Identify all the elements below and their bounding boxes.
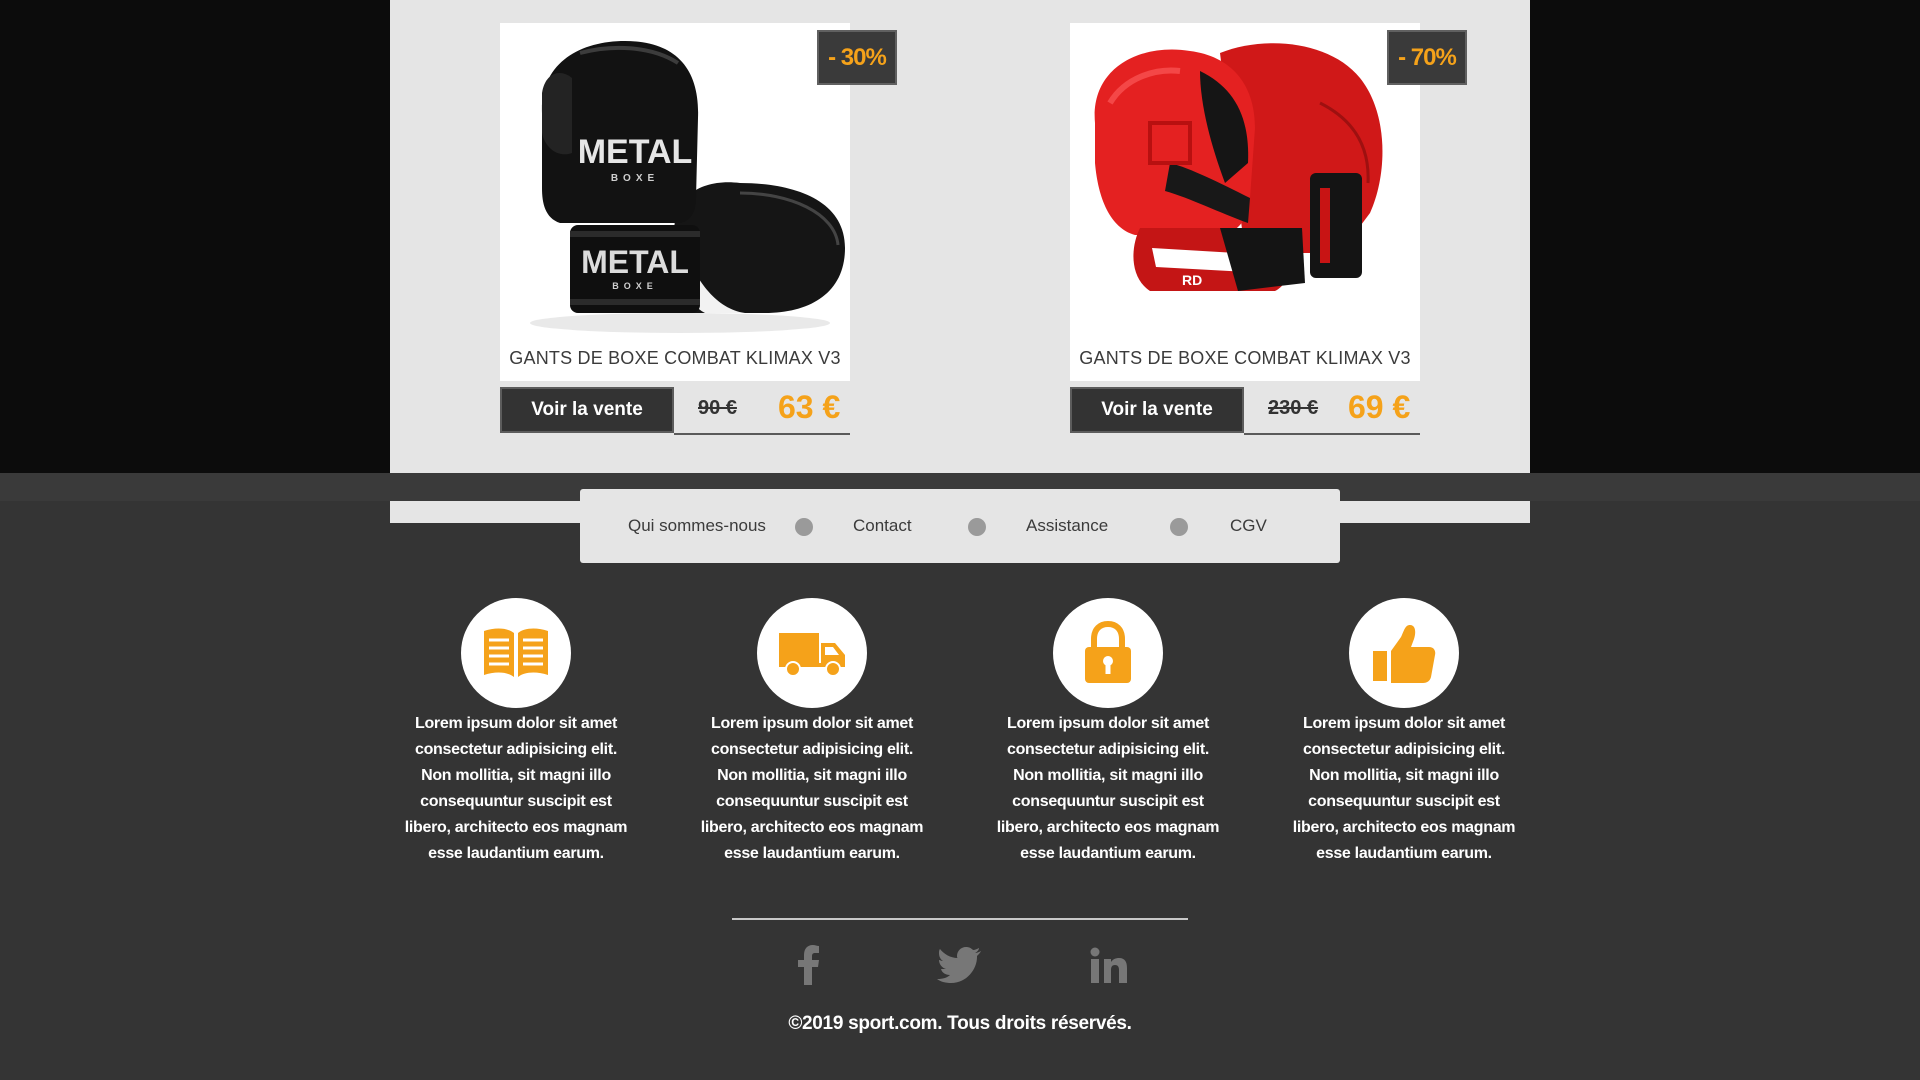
thumbs-up-icon: [1373, 625, 1436, 683]
footer-nav: Qui sommes-nous Contact Assistance CGV: [580, 489, 1340, 563]
product-card: RD - 70% GANTS DE BOXE COMBAT KLIMAX V3 …: [1070, 23, 1467, 435]
see-sale-button[interactable]: Voir la vente: [1070, 387, 1244, 433]
linkedin-icon: [1090, 947, 1127, 983]
product-purchase-row: Voir la vente 90 € 63 €: [500, 387, 850, 457]
nav-link-assistance[interactable]: Assistance: [1026, 516, 1108, 536]
feature-text: Lorem ipsum dolor sit amet consectetur a…: [404, 715, 628, 862]
lock-icon: [1085, 621, 1131, 683]
twitter-link[interactable]: [932, 942, 986, 988]
price-box: 230 € 69 €: [1244, 387, 1420, 435]
linkedin-link[interactable]: [1082, 942, 1136, 988]
price-box: 90 € 63 €: [674, 387, 850, 435]
svg-text:METAL: METAL: [581, 244, 689, 280]
copyright: ©2019 sport.com. Tous droits réservés.: [788, 1013, 1132, 1034]
nav-separator-dot: [795, 518, 813, 536]
feature-circle: [461, 598, 571, 708]
see-sale-button[interactable]: Voir la vente: [500, 387, 674, 433]
feature-text: Lorem ipsum dolor sit amet consectetur a…: [996, 715, 1220, 862]
svg-text:METAL: METAL: [578, 133, 693, 171]
svg-text:BOXE: BOXE: [612, 281, 658, 291]
product-title: GANTS DE BOXE COMBAT KLIMAX V3: [500, 336, 850, 381]
product-image-black-gloves[interactable]: METAL BOXE METAL BOXE: [500, 23, 850, 336]
nav-separator-dot: [968, 518, 986, 536]
product-title: GANTS DE BOXE COMBAT KLIMAX V3: [1070, 336, 1420, 381]
product-purchase-row: Voir la vente 230 € 69 €: [1070, 387, 1420, 457]
product-image-red-gloves[interactable]: RD: [1070, 23, 1420, 336]
footer: [0, 523, 1920, 1080]
old-price: 90 €: [698, 397, 737, 419]
feature-circle: [1053, 598, 1163, 708]
footer-divider: [732, 918, 1188, 920]
nav-link-contact[interactable]: Contact: [853, 516, 912, 536]
product-card: METAL BOXE METAL BOXE - 30% GANTS DE BOX…: [500, 23, 897, 435]
feature-circle: [1349, 598, 1459, 708]
nav-separator-dot: [1170, 518, 1188, 536]
black-boxing-gloves-image: METAL BOXE METAL BOXE: [500, 23, 850, 336]
red-boxing-gloves-image: RD: [1070, 23, 1420, 336]
nav-link-about[interactable]: Qui sommes-nous: [628, 516, 766, 536]
discount-badge: - 70%: [1387, 30, 1467, 85]
facebook-icon: [798, 945, 819, 985]
new-price: 69 €: [1348, 389, 1411, 425]
feature-text: Lorem ipsum dolor sit amet consectetur a…: [700, 715, 924, 862]
nav-link-cgv[interactable]: CGV: [1230, 516, 1267, 536]
facebook-link[interactable]: [782, 942, 836, 988]
discount-badge: - 30%: [817, 30, 897, 85]
svg-text:RD: RD: [1182, 272, 1202, 288]
feature-text: Lorem ipsum dolor sit amet consectetur a…: [1292, 715, 1516, 862]
old-price: 230 €: [1268, 397, 1319, 419]
svg-text:BOXE: BOXE: [611, 173, 659, 184]
new-price: 63 €: [778, 389, 841, 425]
book-icon: [484, 628, 548, 677]
truck-icon: [779, 633, 845, 677]
twitter-icon: [937, 947, 981, 983]
feature-circle: [757, 598, 867, 708]
